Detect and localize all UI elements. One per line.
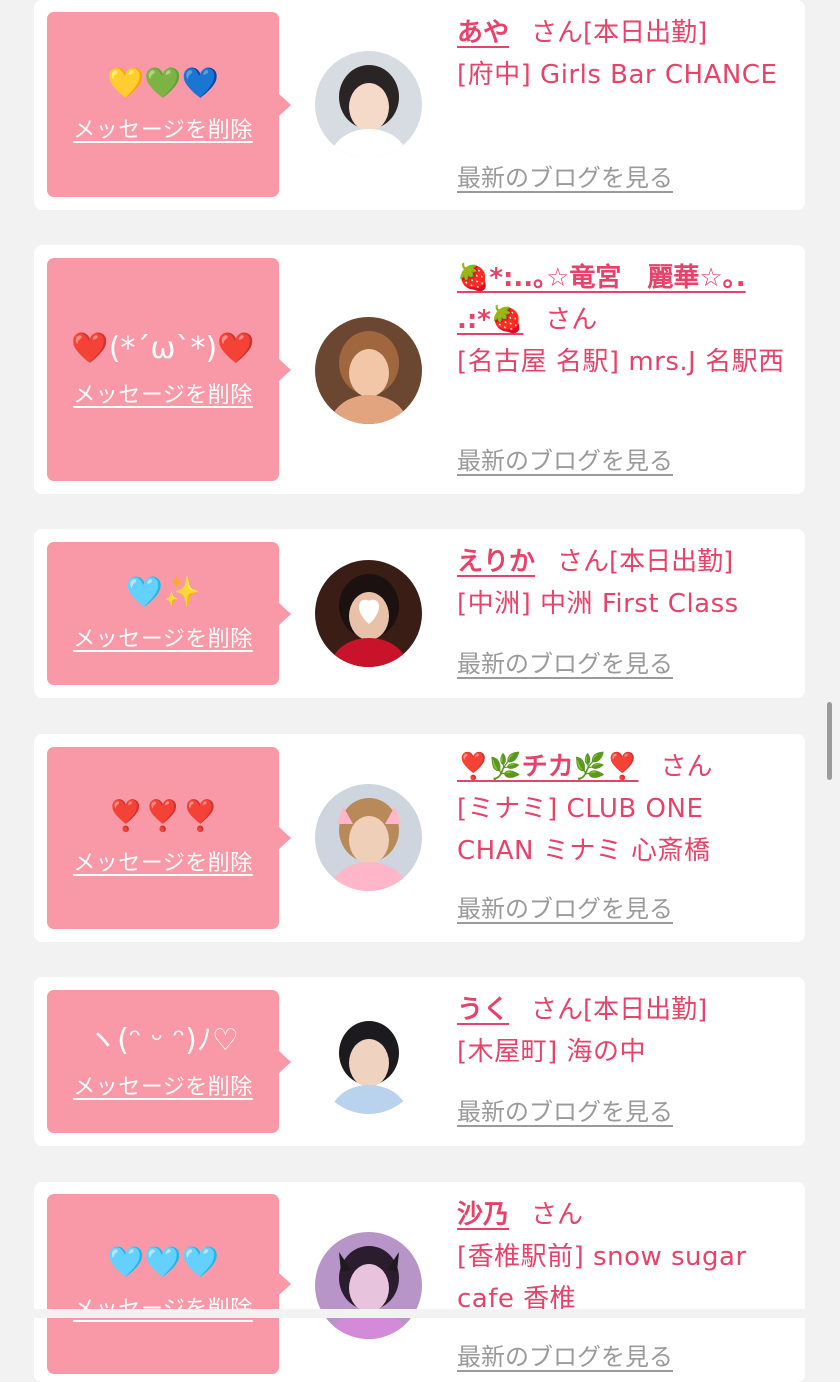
delete-message-link[interactable]: メッセージを削除 <box>73 1291 253 1323</box>
honorific-label: さん <box>660 752 713 782</box>
attendance-status: [本日出勤] <box>609 547 734 577</box>
delete-message-link[interactable]: メッセージを削除 <box>73 1069 253 1101</box>
honorific-label: さん <box>531 18 584 48</box>
avatar[interactable] <box>315 560 422 667</box>
scrollbar[interactable] <box>827 702 832 780</box>
sender-name-line: えりか さん[本日出勤] <box>457 541 787 583</box>
sender-name-link[interactable]: 沙乃 <box>457 1200 509 1230</box>
avatar[interactable] <box>315 1232 422 1339</box>
message-card: 🩵🩵🩵 メッセージを削除 沙乃さん [香椎駅前] snow sugar cafe 香椎… <box>34 1182 805 1382</box>
delete-message-link[interactable]: メッセージを削除 <box>73 845 253 877</box>
message-bubble: 🩵✨ メッセージを削除 <box>47 542 291 685</box>
sender-name-line: あや さん[本日出勤] <box>457 12 787 54</box>
view-latest-blog-link[interactable]: 最新のブログを見る <box>457 158 673 193</box>
honorific-label: さん <box>545 305 598 335</box>
attendance-status: [本日出勤] <box>583 995 708 1025</box>
sender-info: 沙乃 さん [香椎駅前] snow sugar cafe 香椎 <box>457 1194 787 1320</box>
shop-name: [府中] Girls Bar CHANCE <box>457 60 778 90</box>
sender-name-link[interactable]: 🍓*:..｡☆竜宮 麗華☆｡. <box>457 263 746 293</box>
shop-name: [木屋町] 海の中 <box>457 1037 647 1067</box>
sender-info: ❣️🌿チカ🌿❣️ さん [ミナミ] CLUB ONE CHAN ミナミ 心斎橋 <box>457 746 787 872</box>
message-bubble: 🩵🩵🩵 メッセージを削除 <box>47 1194 291 1374</box>
bottom-edge <box>0 1309 840 1318</box>
message-text: ヽ(ᵔ ᵕ ᵔ)ﾉ♡ <box>87 1022 239 1058</box>
message-bubble: 💛💚💙 メッセージを削除 <box>47 12 291 197</box>
sender-name-line: うく さん[本日出勤] <box>457 989 787 1031</box>
sender-info: えりか さん[本日出勤] [中洲] 中洲 First Class <box>457 541 787 625</box>
view-latest-blog-link[interactable]: 最新のブログを見る <box>457 1337 673 1372</box>
shop-name: [名古屋 名駅] mrs.J 名駅西 <box>457 347 785 377</box>
sender-info: うく さん[本日出勤] [木屋町] 海の中 <box>457 989 787 1073</box>
sender-name-link[interactable]: ❣️🌿チカ🌿❣️ <box>457 752 639 782</box>
message-text: 💛💚💙 <box>106 65 220 101</box>
message-bubble: ヽ(ᵔ ᵕ ᵔ)ﾉ♡ メッセージを削除 <box>47 990 291 1133</box>
sender-info: 🍓*:..｡☆竜宮 麗華☆｡. .:*🍓 さん [名古屋 名駅] mrs.J 名駅西 <box>457 257 787 383</box>
message-bubble: ❣️❣️❣️ メッセージを削除 <box>47 747 291 929</box>
sender-name-line: 沙乃 さん <box>457 1194 787 1236</box>
delete-message-link[interactable]: メッセージを削除 <box>73 621 253 653</box>
view-latest-blog-link[interactable]: 最新のブログを見る <box>457 889 673 924</box>
attendance-status: [本日出勤] <box>583 18 708 48</box>
avatar[interactable] <box>315 784 422 891</box>
message-card: ❤️(*´ω`*)❤️ メッセージを削除 🍓*:..｡☆竜宮 麗華☆｡. .:*🍓 さん… <box>34 245 805 494</box>
avatar[interactable] <box>315 1007 422 1114</box>
message-text: 🩵🩵🩵 <box>106 1245 220 1280</box>
message-card: 🩵✨ メッセージを削除 えりか さん[本日出勤] [中洲] 中洲 First Class… <box>34 529 805 698</box>
message-card: ヽ(ᵔ ᵕ ᵔ)ﾉ♡ メッセージを削除 うく さん[本日出勤] [木屋町] 海の中最新の… <box>34 977 805 1146</box>
message-card: ❣️❣️❣️ メッセージを削除 ❣️🌿チカ🌿❣️ さん [ミナミ] CLUB ONE C… <box>34 734 805 942</box>
sender-name-link[interactable]: .:*🍓 <box>457 305 523 335</box>
honorific-label: さん <box>531 995 584 1025</box>
message-bubble: ❤️(*´ω`*)❤️ メッセージを削除 <box>47 258 291 481</box>
sender-name-line: .:*🍓 さん <box>457 299 787 341</box>
sender-name-line: ❣️🌿チカ🌿❣️ さん <box>457 746 787 788</box>
shop-name: [香椎駅前] snow sugar cafe 香椎 <box>457 1242 747 1314</box>
view-latest-blog-link[interactable]: 最新のブログを見る <box>457 441 673 476</box>
sender-name-link[interactable]: うく <box>457 995 509 1025</box>
delete-message-link[interactable]: メッセージを削除 <box>73 377 253 409</box>
sender-name-line: 🍓*:..｡☆竜宮 麗華☆｡. <box>457 257 787 299</box>
message-text: ❤️(*´ω`*)❤️ <box>71 330 255 366</box>
message-card: 💛💚💙 メッセージを削除 あや さん[本日出勤] [府中] Girls Bar CHAN… <box>34 0 805 210</box>
shop-name: [中洲] 中洲 First Class <box>457 589 739 619</box>
avatar[interactable] <box>315 317 422 424</box>
message-text: 🩵✨ <box>125 574 201 610</box>
avatar[interactable] <box>315 51 422 158</box>
sender-name-link[interactable]: えりか <box>457 547 535 577</box>
sender-info: あや さん[本日出勤] [府中] Girls Bar CHANCE <box>457 12 787 96</box>
message-text: ❣️❣️❣️ <box>106 799 220 834</box>
shop-name: [ミナミ] CLUB ONE CHAN ミナミ 心斎橋 <box>457 794 711 866</box>
delete-message-link[interactable]: メッセージを削除 <box>73 112 253 144</box>
view-latest-blog-link[interactable]: 最新のブログを見る <box>457 1092 673 1127</box>
sender-name-link[interactable]: あや <box>457 18 509 48</box>
honorific-label: さん <box>531 1200 584 1230</box>
view-latest-blog-link[interactable]: 最新のブログを見る <box>457 644 673 679</box>
honorific-label: さん <box>557 547 610 577</box>
